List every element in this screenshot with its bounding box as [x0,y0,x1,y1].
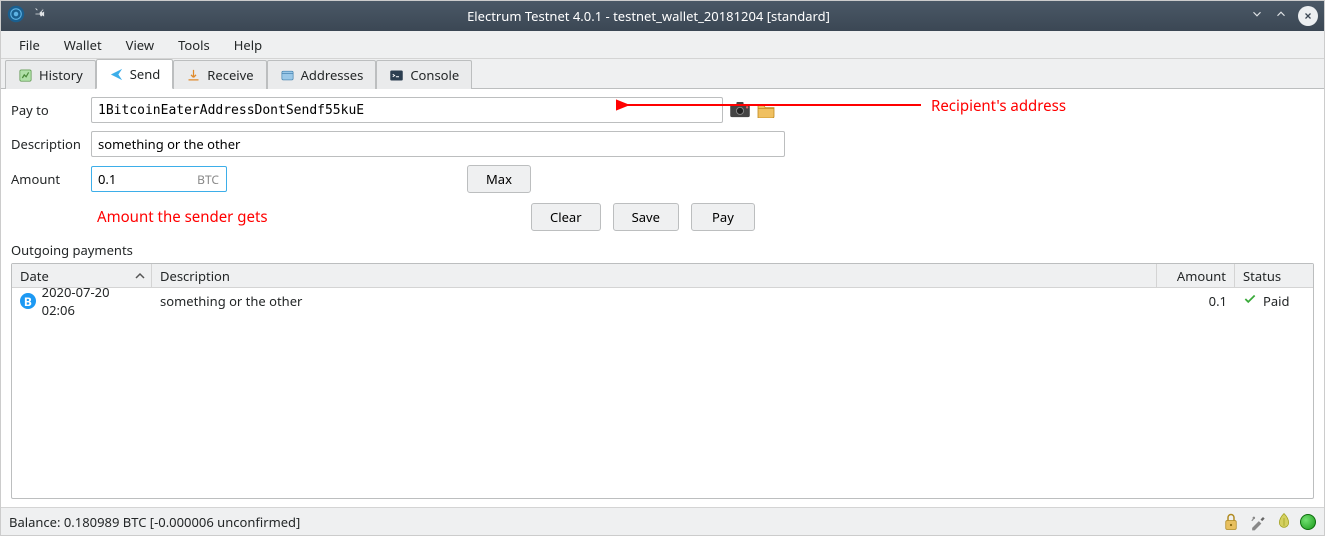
max-button[interactable]: Max [467,165,531,193]
menu-view[interactable]: View [114,32,166,58]
annotation-arrow-icon [616,97,926,113]
row-date: 2020-07-20 02:06 [42,288,144,319]
tab-receive[interactable]: Receive [173,60,266,89]
col-amount[interactable]: Amount [1157,264,1235,287]
settings-icon[interactable] [1248,512,1268,532]
console-icon [389,68,404,83]
payto-label: Pay to [11,101,91,119]
tab-history-label: History [39,66,83,84]
history-icon [18,68,33,83]
description-input[interactable] [91,131,785,157]
description-label: Description [11,135,91,153]
status-bar: Balance: 0.180989 BTC [-0.000006 unconfi… [1,507,1324,535]
tab-send-label: Send [130,65,161,83]
tab-console[interactable]: Console [376,60,472,89]
col-date[interactable]: Date [12,264,152,287]
menubar: File Wallet View Tools Help [1,31,1324,59]
row-description: something or the other [152,292,1157,310]
tab-addresses-label: Addresses [301,66,364,84]
menu-tools[interactable]: Tools [166,32,222,58]
menu-wallet[interactable]: Wallet [52,32,114,58]
outgoing-label: Outgoing payments [11,241,1314,259]
pin-icon[interactable] [33,7,47,25]
lock-icon[interactable] [1222,512,1240,532]
tab-bar: History Send Receive Addresses Console [1,59,1324,89]
annotation-recipient: Recipient's address [931,96,1066,116]
titlebar: Electrum Testnet 4.0.1 - testnet_wallet_… [1,1,1324,31]
sort-asc-icon [135,267,145,285]
outgoing-table: Date Description Amount Status B 2020-07… [11,263,1314,499]
balance-text: Balance: 0.180989 BTC [-0.000006 unconfi… [9,513,1222,531]
tab-console-label: Console [410,66,459,84]
col-description[interactable]: Description [152,264,1157,287]
save-button[interactable]: Save [613,203,679,231]
row-amount: 0.1 [1157,292,1235,310]
row-status: Paid [1263,292,1290,310]
minimize-icon[interactable] [1250,7,1264,25]
table-row[interactable]: B 2020-07-20 02:06 something or the othe… [12,288,1313,314]
col-status[interactable]: Status [1235,264,1313,287]
seed-icon[interactable] [1276,512,1292,532]
addresses-icon [280,68,295,83]
close-icon[interactable] [1298,6,1318,26]
tab-addresses[interactable]: Addresses [267,60,377,89]
tab-history[interactable]: History [5,60,96,89]
amount-label: Amount [11,170,91,188]
tab-receive-label: Receive [207,66,253,84]
amount-input[interactable] [91,166,227,192]
annotation-amount: Amount the sender gets [97,207,268,227]
receive-icon [186,68,201,83]
pay-button[interactable]: Pay [691,203,755,231]
menu-help[interactable]: Help [222,32,274,58]
clear-button[interactable]: Clear [531,203,601,231]
menu-file[interactable]: File [7,32,52,58]
window-title: Electrum Testnet 4.0.1 - testnet_wallet_… [47,7,1250,25]
network-status-icon[interactable] [1300,514,1316,530]
check-icon [1243,292,1257,310]
maximize-icon[interactable] [1274,7,1288,25]
app-icon [7,5,25,27]
bitcoin-icon: B [20,293,36,309]
send-icon [109,67,124,82]
tab-send[interactable]: Send [96,59,174,89]
